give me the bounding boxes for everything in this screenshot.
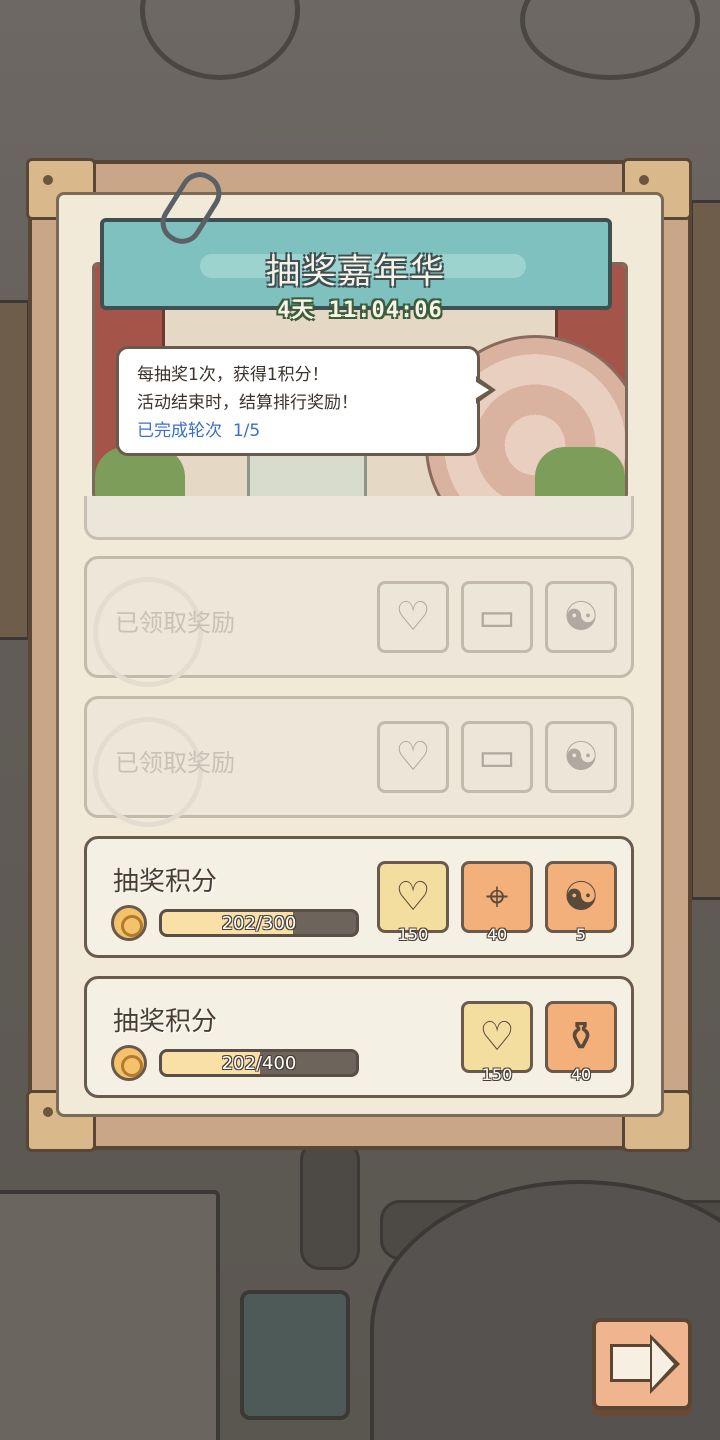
- yin-yang-coin-icon: ☯: [563, 874, 599, 920]
- reward-slot[interactable]: ♡ 150: [377, 861, 449, 944]
- points-coin-icon: [111, 1045, 147, 1081]
- reward-row-claimed: 已领取奖励 ♡ ▭ ☯: [84, 556, 634, 687]
- reward-slot[interactable]: ☯: [545, 721, 617, 793]
- reward-slot[interactable]: ♡: [377, 581, 449, 653]
- background-shelf: [0, 300, 30, 640]
- rounds-completed-label: 已完成轮次: [137, 421, 222, 441]
- next-button[interactable]: [592, 1318, 692, 1410]
- reward-slot[interactable]: ⌖ 40: [461, 861, 533, 944]
- plant-illustration: [535, 447, 625, 497]
- reward-slot[interactable]: ▭: [461, 721, 533, 793]
- balloon-icon: ♡: [395, 734, 431, 780]
- reward-row-claimed: 已领取奖励 ♡ ▭ ☯: [84, 696, 634, 827]
- yin-yang-coin-icon: ☯: [563, 734, 599, 780]
- info-line-1: 每抽奖1次，获得1积分！: [137, 365, 329, 385]
- reward-slot[interactable]: ☯: [545, 581, 617, 653]
- claimed-label: 已领取奖励: [115, 609, 235, 637]
- points-title: 抽奖积分: [113, 867, 218, 897]
- points-progress-bar: 202/400: [159, 1049, 359, 1077]
- reward-quantity: 40: [486, 925, 508, 944]
- rounds-completed-value: 1/5: [232, 421, 261, 441]
- claimed-label: 已领取奖励: [115, 749, 235, 777]
- reward-quantity: 5: [575, 925, 587, 944]
- reward-slot[interactable]: ☯ 5: [545, 861, 617, 944]
- telescope-icon: ⌖: [485, 874, 509, 920]
- progress-text: 202/400: [221, 1053, 297, 1074]
- reward-quantity: 150: [481, 1065, 513, 1084]
- reward-slot[interactable]: ⚱ 40: [545, 1001, 617, 1084]
- rounds-completed: 已完成轮次 1/5: [137, 417, 459, 445]
- bubble-tail: [473, 376, 496, 404]
- background-box: [0, 1190, 220, 1440]
- reward-quantity: 40: [570, 1065, 592, 1084]
- balloon-icon: ♡: [395, 594, 431, 640]
- balloon-icon: ♡: [395, 874, 431, 920]
- event-title: 抽奖嘉年华: [266, 252, 446, 292]
- info-line-2: 活动结束时，结算排行奖励！: [137, 393, 358, 413]
- ticket-icon: ▭: [478, 734, 516, 780]
- background-pipe: [300, 1140, 360, 1270]
- reward-slot[interactable]: ▭: [461, 581, 533, 653]
- points-coin-icon: [111, 905, 147, 941]
- reward-slot[interactable]: ♡ 150: [461, 1001, 533, 1084]
- event-countdown: 4天 11:04:06: [277, 298, 443, 323]
- background-bucket: [240, 1290, 350, 1420]
- reward-row-points: 抽奖积分 202/300 ♡ 150 ⌖ 40 ☯ 5: [84, 836, 634, 958]
- right-arrow-head: [650, 1334, 680, 1394]
- event-info-bubble: 每抽奖1次，获得1积分！ 活动结束时，结算排行奖励！ 已完成轮次 1/5: [116, 346, 480, 456]
- reward-row-points: 抽奖积分 202/400 ♡ 150 ⚱ 40: [84, 976, 634, 1098]
- progress-text: 202/300: [221, 913, 297, 934]
- balloon-icon: ♡: [479, 1014, 515, 1060]
- yin-yang-coin-icon: ☯: [563, 594, 599, 640]
- reward-row-partial: [84, 496, 634, 540]
- reward-slot[interactable]: ♡: [377, 721, 449, 793]
- reward-quantity: 150: [397, 925, 429, 944]
- ticket-icon: ▭: [478, 594, 516, 640]
- points-title: 抽奖积分: [113, 1007, 218, 1037]
- vase-icon: ⚱: [564, 1014, 598, 1060]
- points-progress-bar: 202/300: [159, 909, 359, 937]
